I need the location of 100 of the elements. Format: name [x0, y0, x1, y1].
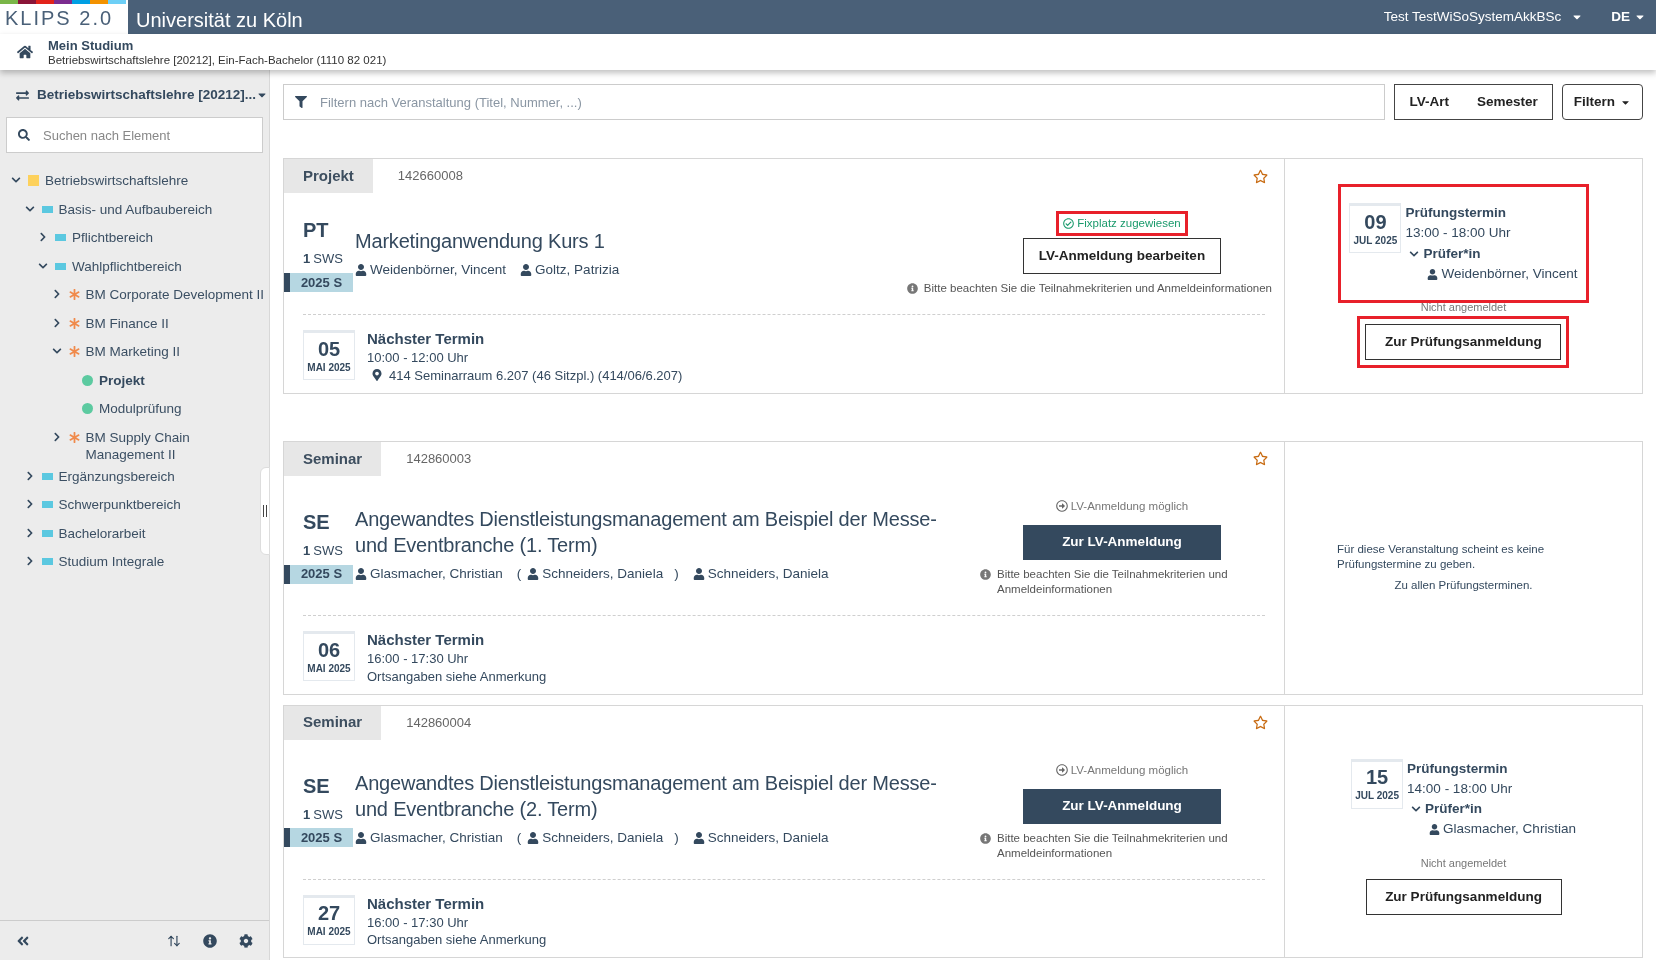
next-date-location: Ortsangaben siehe Anmerkung	[367, 668, 547, 684]
chevron-down-icon[interactable]	[38, 260, 48, 271]
all-exams-link[interactable]: Zu allen Prüfungsterminen.	[1394, 576, 1533, 594]
chevron-right-icon[interactable]	[38, 232, 48, 243]
collapse-handle[interactable]	[260, 467, 270, 555]
exam-status: Nicht angemeldet	[1420, 855, 1507, 871]
sort-icon[interactable]	[167, 933, 181, 948]
chevron-down-icon[interactable]	[1409, 248, 1420, 259]
register-button[interactable]: Zur LV-Anmeldung	[1023, 525, 1221, 560]
examiner-name: Weidenbörner, Vincent	[1441, 264, 1578, 283]
university-name: Universität zu Köln	[136, 8, 303, 33]
info-icon	[980, 569, 991, 580]
chevron-down-icon[interactable]	[24, 203, 35, 214]
lecturer-name: Schneiders, Daniela	[542, 829, 664, 847]
tree-item[interactable]: BM Corporate Development II	[85, 286, 265, 304]
info-icon[interactable]	[203, 933, 217, 948]
filter-icon	[295, 96, 307, 108]
next-date-title: Nächster Termin	[367, 894, 486, 913]
registration-status: LV-Anmeldung möglich	[1070, 762, 1189, 778]
edit-registration-button[interactable]: LV-Anmeldung bearbeiten	[1023, 238, 1221, 275]
chevron-right-icon[interactable]	[51, 289, 62, 300]
person-icon	[1429, 824, 1441, 835]
course-title[interactable]: Angewandtes Dienstleistungsmanagement am Beispiel der Messe- und Eventbranche (1. Term)	[355, 506, 962, 559]
breadcrumb-title[interactable]: Mein Studium	[48, 37, 387, 53]
search-field[interactable]: Suchen nach Element	[6, 117, 263, 154]
search-icon	[18, 129, 30, 142]
date-month: JUL 2025	[1353, 233, 1398, 248]
semester-badge: 2025 S	[290, 272, 353, 292]
filter-menu-button[interactable]: Filtern	[1561, 84, 1643, 120]
settings-icon[interactable]	[239, 933, 253, 948]
chevron-right-icon[interactable]	[24, 527, 35, 538]
date-day: 06	[317, 638, 341, 661]
star-icon[interactable]	[1253, 715, 1268, 730]
exam-registration-button[interactable]: Zur Prüfungsanmeldung	[1365, 323, 1562, 360]
register-button[interactable]: Zur LV-Anmeldung	[1023, 788, 1221, 824]
sws-unit: SWS	[313, 805, 343, 824]
star-icon[interactable]	[1253, 451, 1268, 467]
person-icon	[355, 832, 367, 845]
filter-field[interactable]: Filtern nach Veranstaltung (Titel, Nummer, ...)	[283, 84, 1386, 120]
filter-toggle[interactable]: Semester	[1462, 85, 1552, 119]
star-icon[interactable]	[1253, 168, 1268, 184]
home-icon[interactable]	[17, 44, 33, 60]
program-selector[interactable]: Betriebswirtschaftslehre [20212]...	[37, 85, 269, 106]
lecturer-name: Schneiders, Daniela	[542, 565, 664, 584]
tree-item[interactable]: Pflichtbereich	[72, 229, 154, 247]
examiner-label[interactable]: Prüfer*in	[1425, 799, 1483, 820]
participation-note: Bitte beachten Sie die Teilnahmekriterien und Anmeldeinformationen	[923, 281, 1272, 297]
lecturer-name: Schneiders, Daniela	[707, 565, 829, 584]
chevron-right-icon[interactable]	[24, 499, 35, 510]
tree-item[interactable]: BM Supply Chain Management II	[85, 428, 269, 463]
next-date-title: Nächster Termin	[367, 631, 486, 649]
examiner-label[interactable]: Prüfer*in	[1423, 243, 1481, 264]
course-type-tag: Projekt	[284, 159, 373, 193]
lecturer-name: Glasmacher, Christian	[370, 565, 503, 584]
date-day: 27	[317, 902, 341, 925]
person-icon	[527, 832, 540, 845]
tree-item[interactable]: Bachelorarbeit	[58, 524, 146, 542]
course-abbreviation: SE	[302, 510, 331, 536]
lecturer-name: Schneiders, Daniela	[707, 829, 829, 847]
exam-time: 13:00 - 18:00 Uhr	[1405, 224, 1512, 243]
person-icon	[692, 832, 705, 845]
next-date-title: Nächster Termin	[367, 330, 486, 349]
tree-item[interactable]: Betriebswirtschaftslehre	[45, 172, 189, 190]
tree-item[interactable]: Ergänzungsbereich	[58, 467, 175, 485]
tree-item[interactable]: Schwerpunktbereich	[58, 496, 181, 514]
exam-title: Prüfungstermin	[1405, 204, 1507, 223]
tree-item[interactable]: BM Finance II	[85, 314, 169, 332]
parenthesis: (	[516, 829, 522, 847]
tree-item[interactable]: Studium Integrale	[58, 553, 165, 571]
person-icon	[520, 263, 533, 276]
lecturer-name: Glasmacher, Christian	[370, 829, 503, 847]
user-menu[interactable]: Test TestWiSoSystemAkkBSc	[1383, 0, 1584, 34]
date-day: 15	[1365, 766, 1389, 789]
semester-marker	[284, 564, 290, 584]
exam-registration-button[interactable]: Zur Prüfungsanmeldung	[1365, 879, 1562, 916]
filter-toggle[interactable]: LV-Art	[1395, 85, 1463, 119]
info-icon	[906, 283, 918, 295]
lecturer-name: Weidenbörner, Vincent	[370, 260, 507, 279]
date-month: MAI 2025	[307, 661, 351, 676]
exam-status: Nicht angemeldet	[1420, 300, 1507, 316]
course-title[interactable]: Marketinganwendung Kurs 1	[355, 227, 962, 254]
tree-item[interactable]: Modulprüfung	[99, 400, 182, 418]
tree-item[interactable]: Wahlpflichtbereich	[72, 257, 182, 275]
date-day: 05	[317, 337, 341, 360]
course-number: 142660008	[397, 167, 463, 186]
course-title[interactable]: Angewandtes Dienstleistungsmanagement am Beispiel der Messe- und Eventbranche (2. Term)	[355, 770, 962, 822]
tree-item[interactable]: Projekt	[99, 371, 145, 389]
sws-value: 1	[303, 250, 311, 269]
chevron-right-icon[interactable]	[51, 317, 62, 328]
chevron-right-icon[interactable]	[24, 470, 35, 481]
chevron-right-icon[interactable]	[24, 556, 35, 567]
next-date-location: Ortsangaben siehe Anmerkung	[367, 932, 547, 948]
person-icon	[692, 568, 705, 581]
chevron-right-icon[interactable]	[51, 431, 62, 442]
tree-item[interactable]: BM Marketing II	[85, 343, 181, 361]
tree-item[interactable]: Basis- und Aufbaubereich	[58, 200, 213, 218]
examiner-name: Glasmacher, Christian	[1443, 820, 1576, 839]
course-number: 142860003	[406, 450, 472, 468]
language-menu[interactable]: DE	[1611, 0, 1646, 34]
swap-icon[interactable]	[16, 88, 29, 102]
